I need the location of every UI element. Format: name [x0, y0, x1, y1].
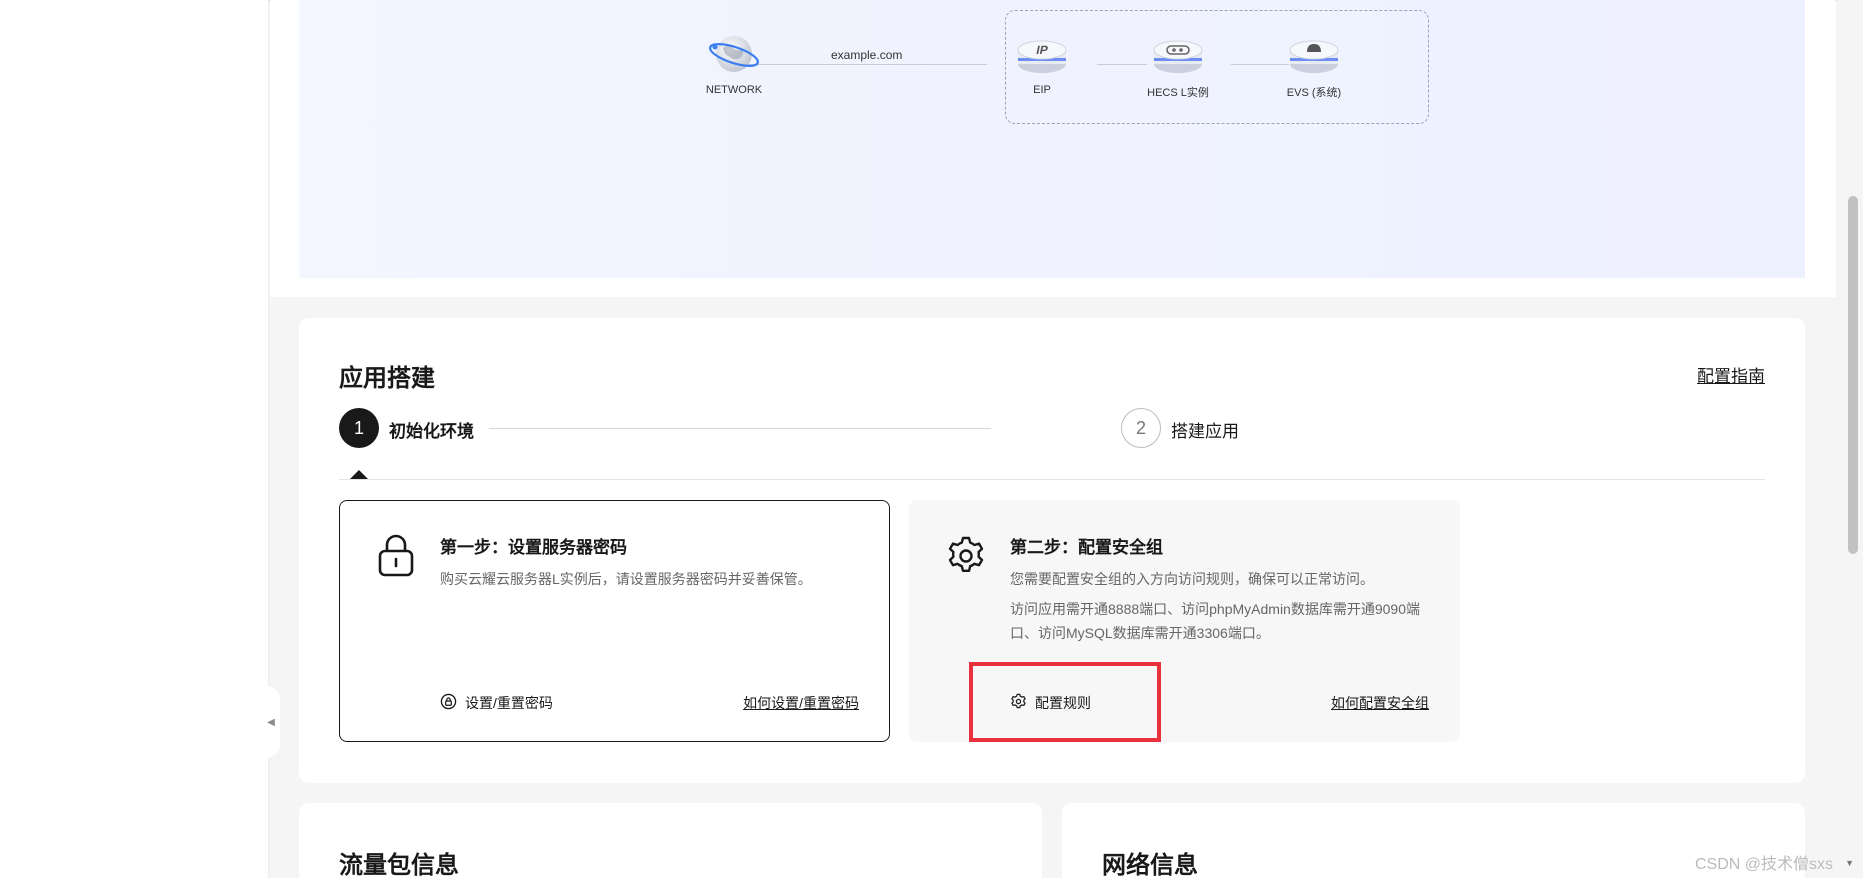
task-title: 第一步：设置服务器密码 [440, 538, 627, 557]
reset-password-button[interactable]: 设置/重置密码 [440, 693, 553, 713]
node-label: NETWORK [705, 84, 763, 96]
topology-node-eip[interactable]: IP EIP [987, 32, 1097, 96]
left-sidebar [0, 0, 269, 878]
network-info-card: 网络信息 [1062, 803, 1805, 878]
topology-node-hecs[interactable]: HECS L实例 [1123, 32, 1233, 100]
lock-icon [374, 531, 418, 579]
scrollbar[interactable]: ▼ [1837, 0, 1863, 878]
configure-rules-button[interactable]: 配置规则 [1010, 693, 1091, 713]
globe-network-icon [707, 32, 761, 78]
card-title: 网络信息 [1102, 852, 1198, 878]
step-1-label[interactable]: 初始化环境 [389, 417, 474, 442]
server-icon [1151, 32, 1205, 78]
chevron-left-icon: ◀ [267, 716, 275, 728]
action-label: 配置规则 [1035, 695, 1091, 711]
eip-icon: IP [1015, 32, 1069, 78]
topology-panel: example.com NETWORK IP EIP HECS L实例 EVS … [270, 0, 1836, 297]
stepper-divider [339, 479, 1765, 480]
task-title: 第二步：配置安全组 [1010, 538, 1163, 557]
task-description-ports: 访问应用需开通8888端口、访问phpMyAdmin数据库需开通9090端口、访… [1010, 601, 1420, 641]
step-2-label[interactable]: 搭建应用 [1171, 417, 1239, 442]
how-to-reset-password-link[interactable]: 如何设置/重置密码 [743, 693, 859, 713]
task-card-set-password: 第一步：设置服务器密码 购买云耀云服务器L实例后，请设置服务器密码并妥善保管。 … [339, 500, 890, 742]
stepper: 1 初始化环境 2 搭建应用 [339, 408, 1765, 448]
card-title: 流量包信息 [339, 852, 459, 878]
topology-node-evs[interactable]: EVS (系统) [1259, 32, 1369, 100]
task-description: 您需要配置安全组的入方向访问规则，确保可以正常访问。 访问应用需开通8888端口… [1010, 567, 1430, 645]
sidebar-collapse-handle[interactable]: ◀ [262, 686, 280, 758]
task-description-line: 购买云耀云服务器L实例后，请设置服务器密码并妥善保管。 [440, 571, 812, 587]
active-step-caret [350, 470, 368, 479]
step-2-indicator[interactable]: 2 [1121, 408, 1161, 448]
task-card-security-group: 第二步：配置安全组 您需要配置安全组的入方向访问规则，确保可以正常访问。 访问应… [909, 500, 1460, 742]
gear-icon [1010, 693, 1027, 713]
node-label: EVS (系统) [1286, 87, 1342, 99]
gear-icon [944, 531, 988, 579]
domain-label: example.com [831, 48, 903, 62]
node-label: HECS L实例 [1147, 87, 1209, 99]
app-setup-card: 应用搭建 配置指南 1 初始化环境 2 搭建应用 第一步：设置服务器密码 购买云… [299, 318, 1805, 783]
chevron-down-icon[interactable]: ▼ [1845, 858, 1854, 868]
node-label: EIP [1033, 84, 1051, 96]
scrollbar-thumb[interactable] [1848, 196, 1858, 554]
topology-node-network[interactable]: NETWORK [679, 32, 789, 96]
config-guide-link[interactable]: 配置指南 [1697, 362, 1765, 387]
lock-circle-icon [440, 693, 457, 713]
how-to-configure-security-group-link[interactable]: 如何配置安全组 [1331, 693, 1429, 713]
disk-icon [1287, 32, 1341, 78]
step-1-indicator[interactable]: 1 [339, 408, 379, 448]
traffic-package-card: 流量包信息 [299, 803, 1042, 878]
step-connector [489, 428, 991, 429]
action-label: 设置/重置密码 [465, 695, 553, 711]
section-title: 应用搭建 [339, 365, 435, 392]
task-description-line: 您需要配置安全组的入方向访问规则，确保可以正常访问。 [1010, 571, 1374, 587]
watermark: CSDN @技术僧sxs [1694, 856, 1833, 873]
topology-canvas: example.com NETWORK IP EIP HECS L实例 EVS … [299, 0, 1805, 278]
task-description: 购买云耀云服务器L实例后，请设置服务器密码并妥善保管。 [440, 567, 860, 591]
